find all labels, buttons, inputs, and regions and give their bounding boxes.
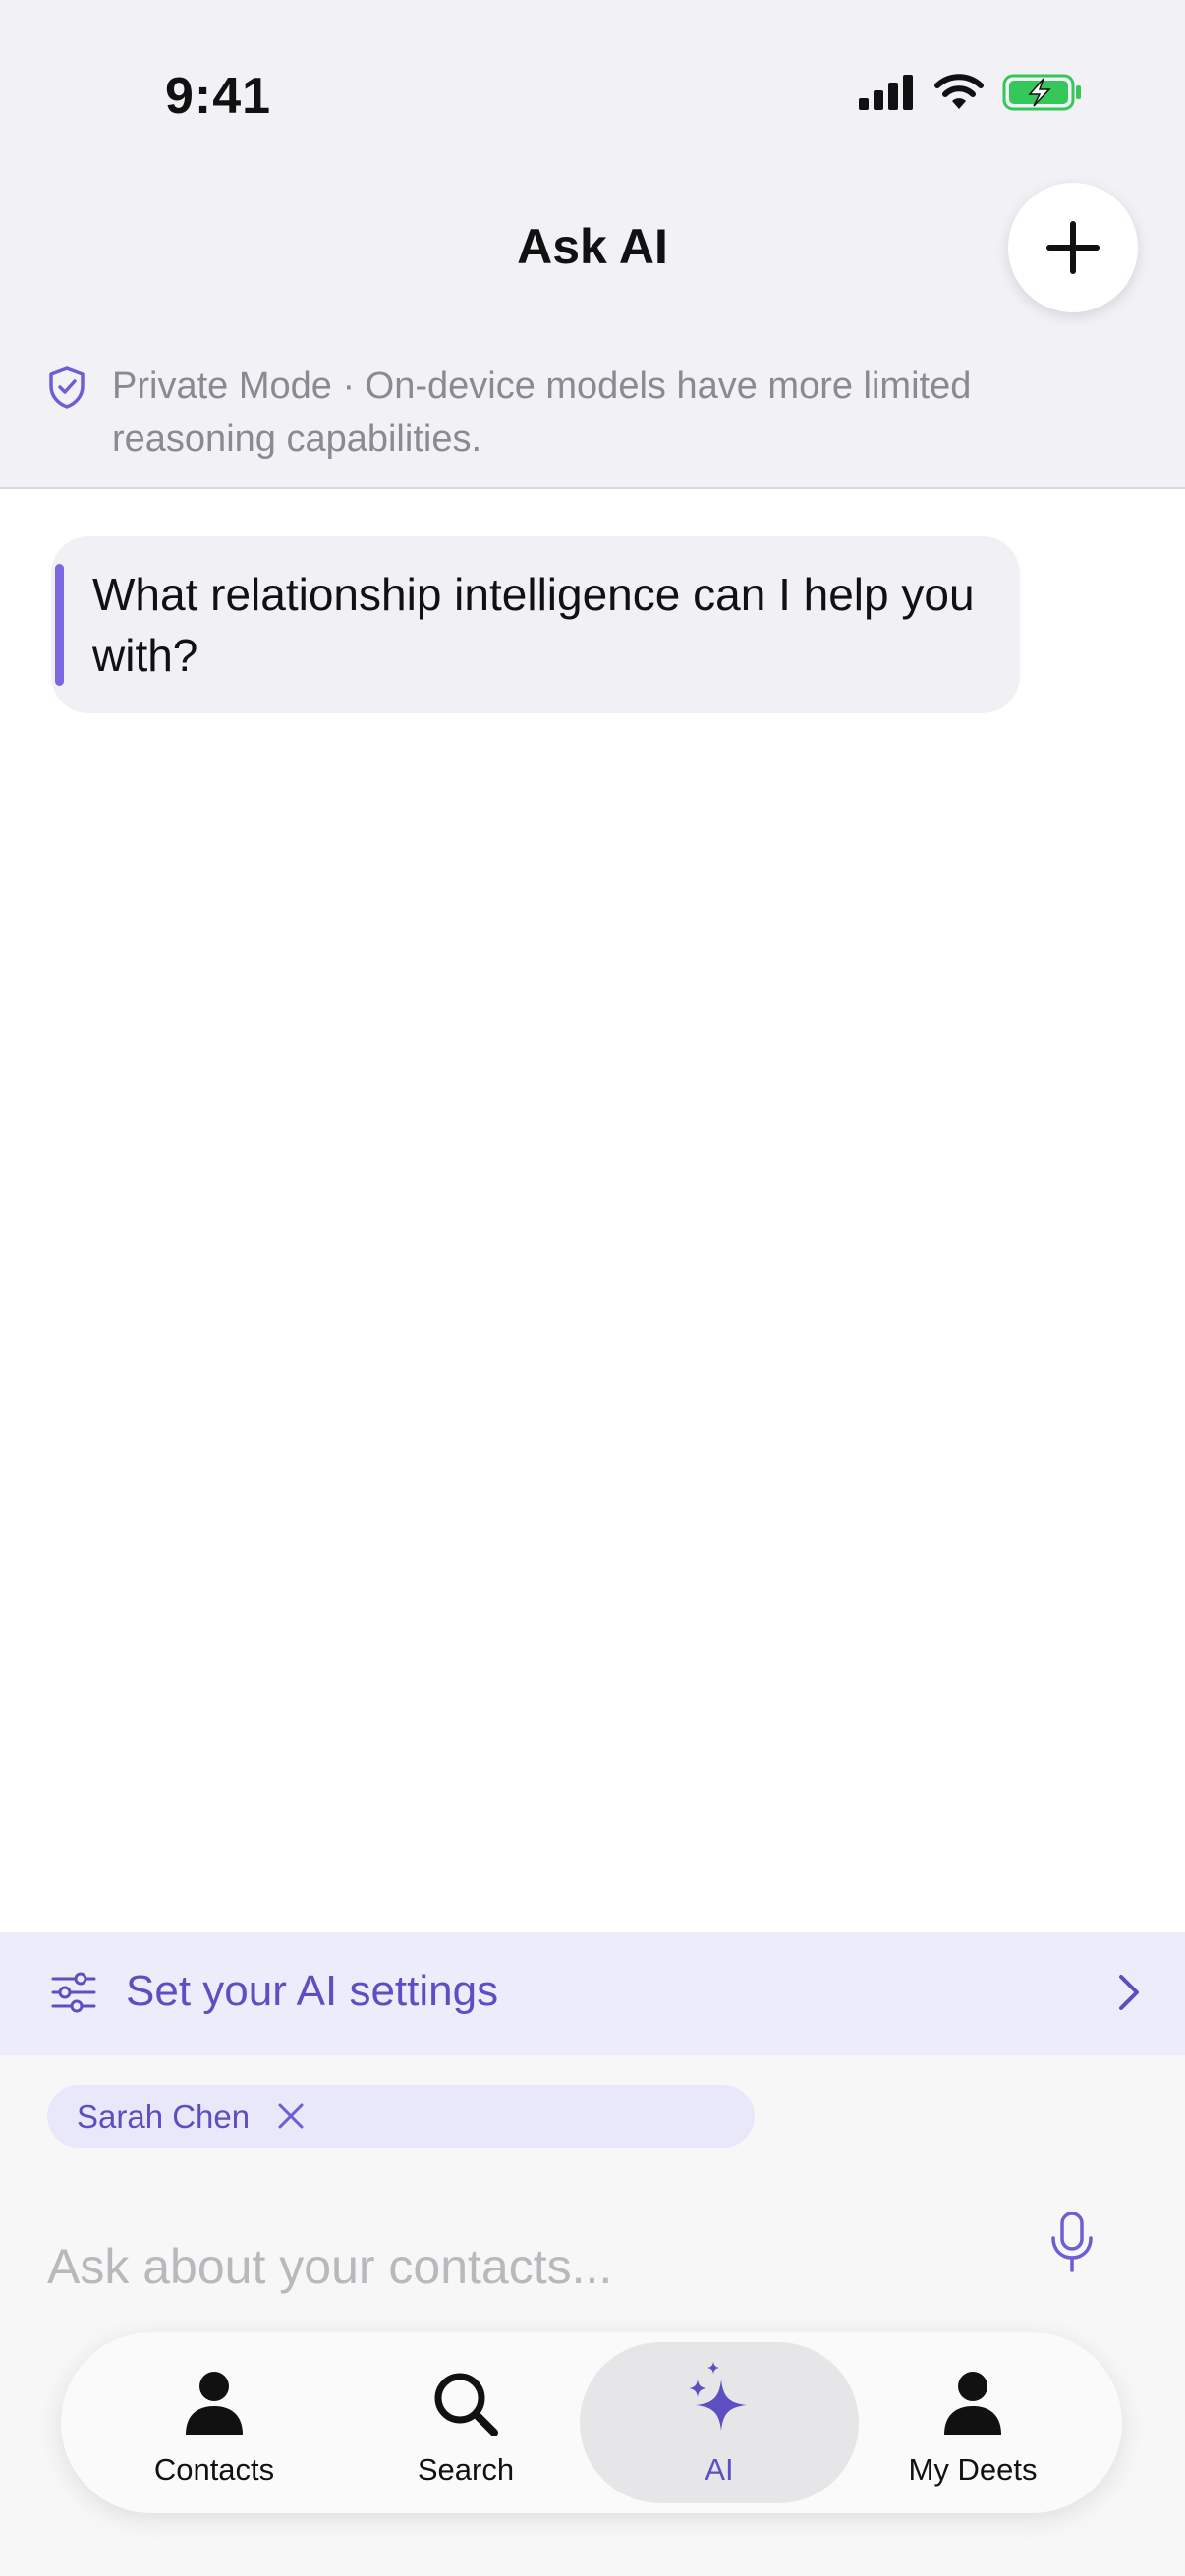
tab-bar: Contacts Search AI My Deets [61, 2332, 1122, 2513]
header-area: 9:41 Ask AI Private Mode · On-device mod… [0, 0, 1185, 489]
context-chip[interactable]: Sarah Chen [47, 2085, 755, 2148]
ai-settings-banner[interactable]: Set your AI settings [0, 1932, 1185, 2055]
assistant-message: What relationship intelligence can I hel… [51, 536, 1020, 713]
context-chip-label: Sarah Chen [77, 2099, 251, 2135]
plus-icon [1046, 221, 1100, 274]
sparkle-icon [689, 2362, 747, 2431]
wifi-icon [934, 74, 984, 109]
tab-ai[interactable]: AI [580, 2342, 859, 2503]
tab-label: Search [417, 2452, 515, 2487]
message-accent-bar [55, 564, 64, 686]
magnifier-icon [434, 2373, 498, 2436]
ask-input[interactable] [47, 2232, 990, 2301]
tab-search[interactable]: Search [348, 2342, 584, 2503]
shield-check-icon [49, 366, 85, 409]
chevron-right-icon [1119, 1975, 1139, 2010]
message-text: What relationship intelligence can I hel… [92, 569, 975, 681]
new-chat-button[interactable] [1008, 183, 1138, 312]
signal-icon [859, 75, 913, 110]
close-icon[interactable] [277, 2102, 305, 2130]
battery-icon [1002, 74, 1081, 111]
status-icons [859, 73, 1083, 112]
person-icon [944, 2372, 1001, 2435]
tab-contacts[interactable]: Contacts [96, 2342, 332, 2503]
private-mode-text: Private Mode · On-device models have mor… [112, 365, 972, 460]
tab-label: AI [705, 2452, 734, 2487]
sliders-icon [51, 1972, 96, 2013]
tab-label: Contacts [153, 2452, 275, 2487]
status-time: 9:41 [165, 68, 272, 125]
ai-settings-label: Set your AI settings [126, 1967, 499, 2015]
tab-label: My Deets [908, 2452, 1038, 2487]
microphone-icon[interactable] [1049, 2211, 1095, 2273]
tab-my-deets[interactable]: My Deets [855, 2342, 1091, 2503]
person-icon [186, 2372, 243, 2435]
